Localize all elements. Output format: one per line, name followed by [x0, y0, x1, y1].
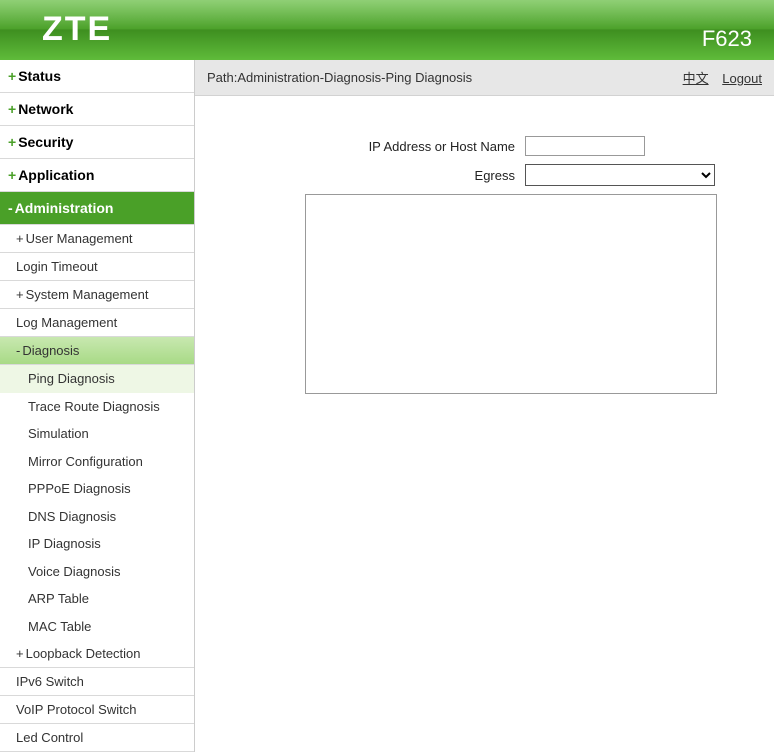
ip-input[interactable] [525, 136, 645, 156]
sidebar-item-ip-diagnosis[interactable]: IP Diagnosis [0, 530, 194, 558]
header-links: 中文 Logout [673, 68, 762, 87]
logout-link[interactable]: Logout [722, 71, 762, 86]
language-link[interactable]: 中文 [683, 71, 709, 86]
sidebar-item-administration[interactable]: Administration [0, 192, 194, 225]
form-area: IP Address or Host Name Egress [195, 96, 774, 414]
egress-select[interactable] [525, 164, 715, 186]
sidebar: Status Network Security Application Admi… [0, 60, 195, 752]
sidebar-item-status[interactable]: Status [0, 60, 194, 93]
sidebar-item-diagnosis[interactable]: Diagnosis [0, 337, 194, 365]
brand-logo: ZTE [42, 10, 112, 49]
form-row-ip: IP Address or Host Name [235, 136, 734, 156]
breadcrumb-bar: Path:Administration-Diagnosis-Ping Diagn… [195, 60, 774, 96]
sidebar-item-system-management[interactable]: System Management [0, 281, 194, 309]
sidebar-item-loopback-detection[interactable]: Loopback Detection [0, 640, 194, 668]
sidebar-item-voip-protocol-switch[interactable]: VoIP Protocol Switch [0, 696, 194, 724]
sidebar-item-ipv6-switch[interactable]: IPv6 Switch [0, 668, 194, 696]
ip-label: IP Address or Host Name [235, 139, 525, 154]
header-bar: ZTE F623 [0, 0, 774, 60]
egress-label: Egress [235, 168, 525, 183]
sidebar-item-mac-table[interactable]: MAC Table [0, 613, 194, 641]
breadcrumb-text: Path:Administration-Diagnosis-Ping Diagn… [207, 70, 472, 85]
sidebar-item-voice-diagnosis[interactable]: Voice Diagnosis [0, 558, 194, 586]
main-container: Status Network Security Application Admi… [0, 60, 774, 752]
sidebar-item-dns-diagnosis[interactable]: DNS Diagnosis [0, 503, 194, 531]
sidebar-item-network[interactable]: Network [0, 93, 194, 126]
sidebar-item-simulation[interactable]: Simulation [0, 420, 194, 448]
sidebar-item-login-timeout[interactable]: Login Timeout [0, 253, 194, 281]
model-label: F623 [702, 26, 752, 52]
sidebar-item-arp-table[interactable]: ARP Table [0, 585, 194, 613]
sidebar-item-mirror-configuration[interactable]: Mirror Configuration [0, 448, 194, 476]
sidebar-item-log-management[interactable]: Log Management [0, 309, 194, 337]
sidebar-item-ping-diagnosis[interactable]: Ping Diagnosis [0, 365, 194, 393]
output-box [305, 194, 717, 394]
sidebar-item-pppoe-diagnosis[interactable]: PPPoE Diagnosis [0, 475, 194, 503]
sidebar-item-application[interactable]: Application [0, 159, 194, 192]
form-row-egress: Egress [235, 164, 734, 186]
sidebar-item-led-control[interactable]: Led Control [0, 724, 194, 752]
sidebar-item-security[interactable]: Security [0, 126, 194, 159]
sidebar-item-trace-route-diagnosis[interactable]: Trace Route Diagnosis [0, 393, 194, 421]
sidebar-item-user-management[interactable]: User Management [0, 225, 194, 253]
content-area: Path:Administration-Diagnosis-Ping Diagn… [195, 60, 774, 414]
